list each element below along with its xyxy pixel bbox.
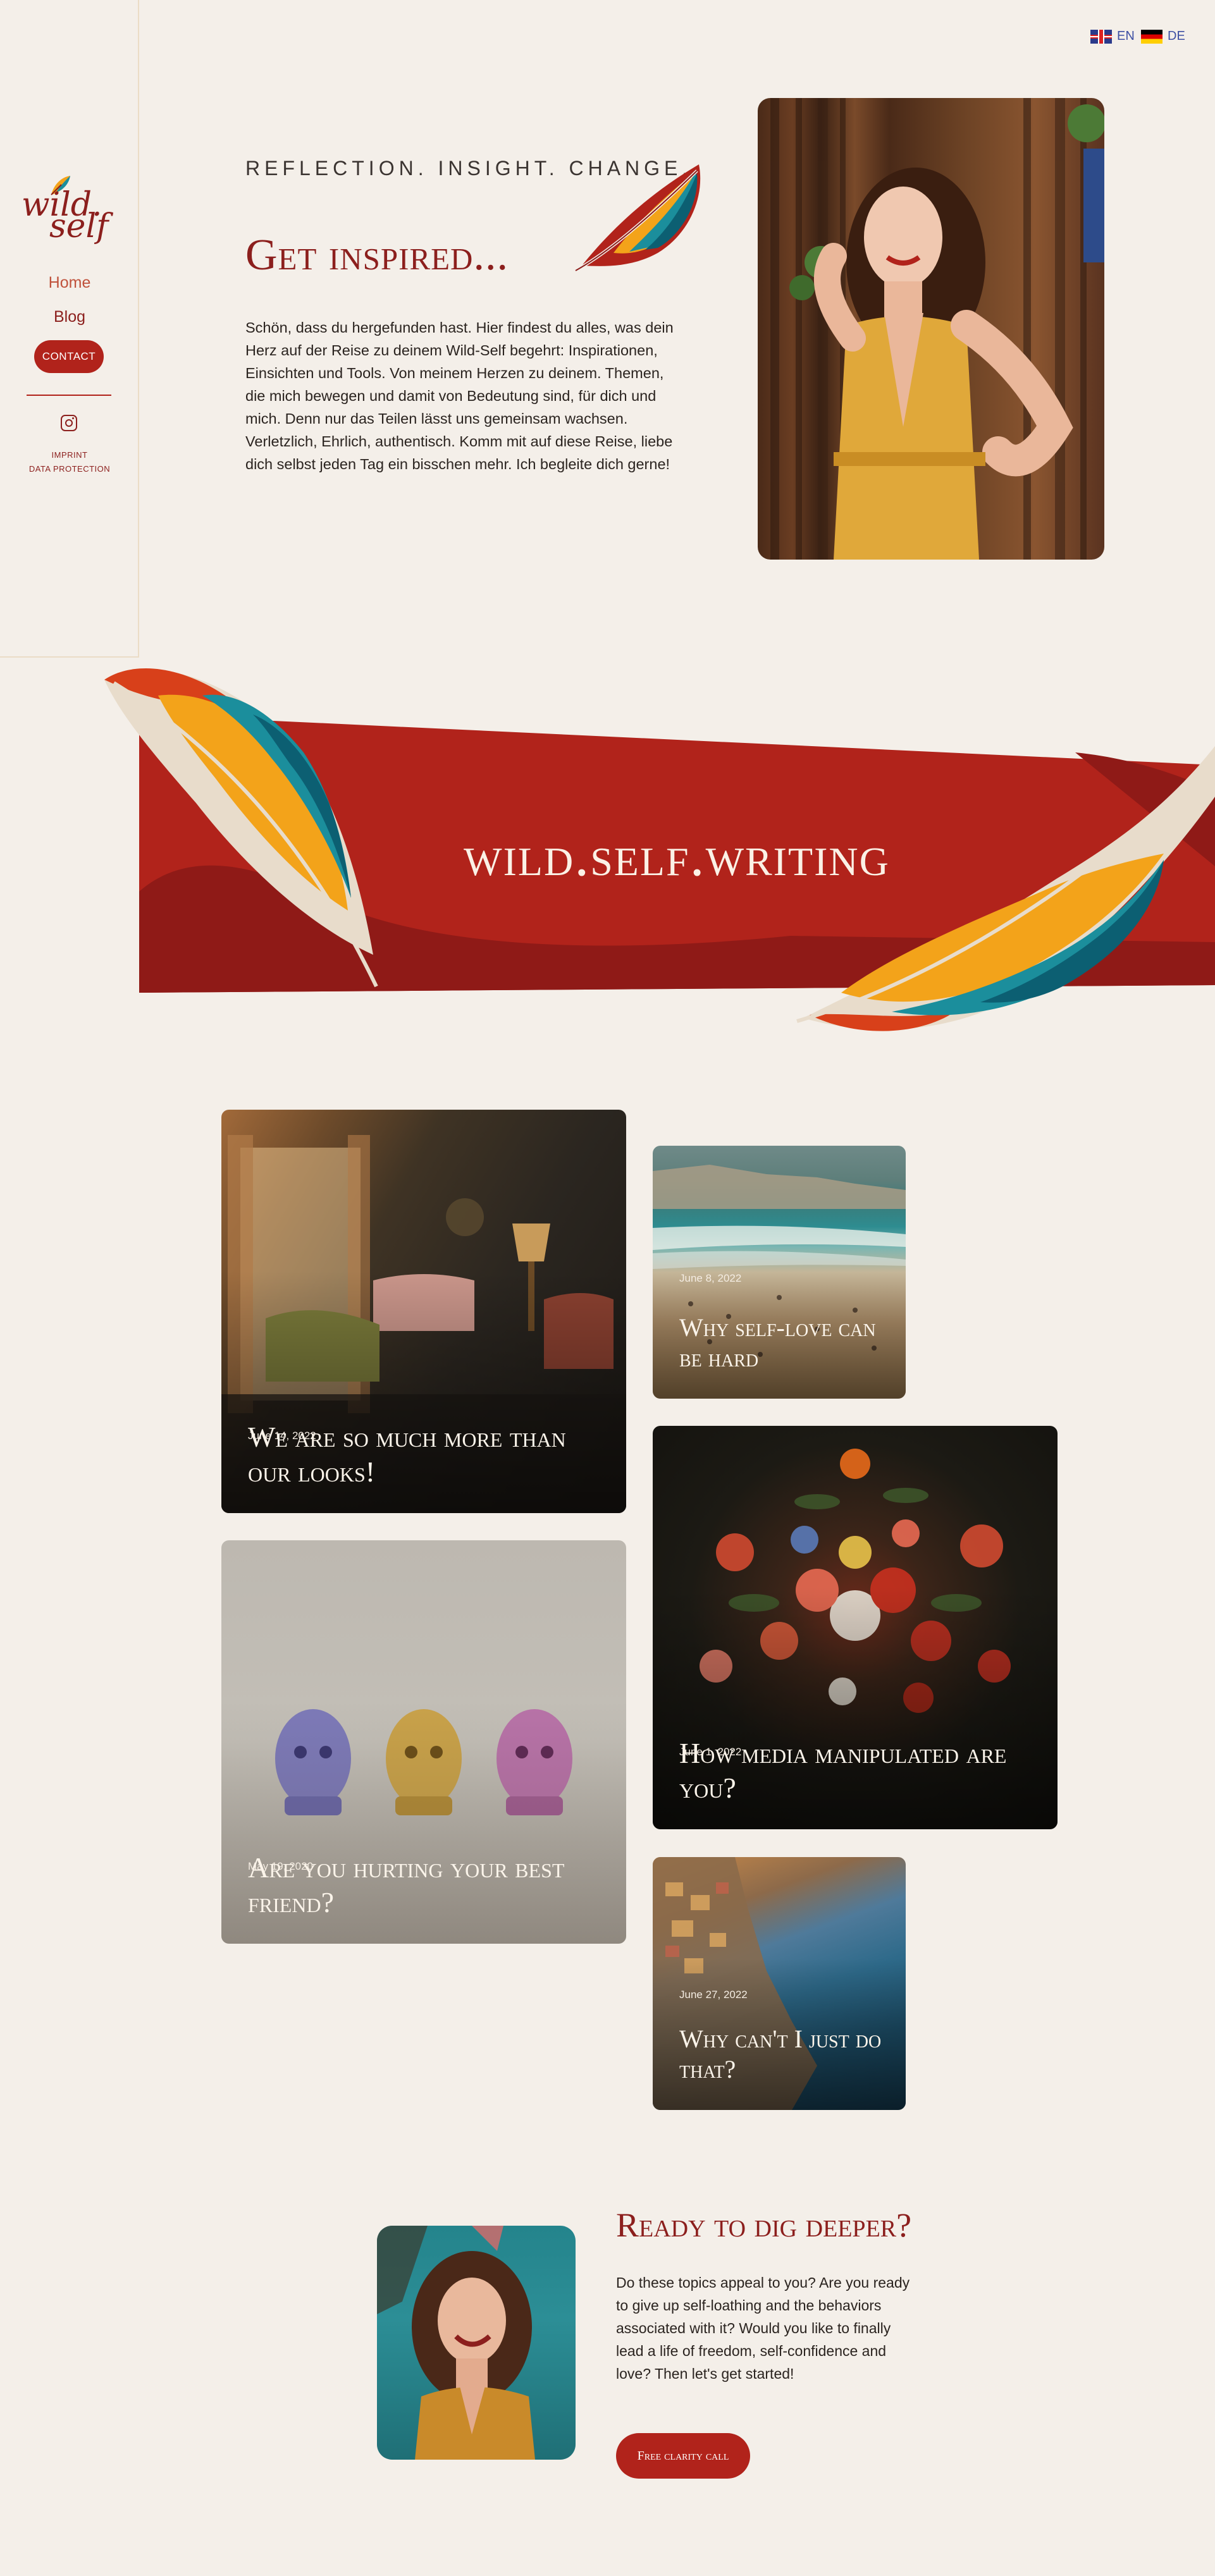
hero-title: Get inspired... [245, 231, 509, 279]
sidebar: wild. self Home Blog CONTACT IMPRINT DAT… [0, 0, 139, 658]
hero-intro-text: Schön, dass du hergefunden hast. Hier fi… [245, 319, 674, 472]
post-title: Why can't I just do that? [679, 2025, 882, 2083]
blog-post-card[interactable]: June 27, 2022 Why can't I just do that? [653, 1857, 906, 2110]
cta-text: Do these topics appeal to you? Are you r… [616, 2274, 910, 2382]
blog-post-card[interactable]: May 19, 2020 Are you hurting your best f… [221, 1540, 626, 1944]
blog-post-card[interactable]: June 14, 2022 We are so much more than o… [221, 1110, 626, 1513]
laughing-woman-illustration [377, 2226, 535, 2460]
free-clarity-call-button[interactable]: Free clarity call [616, 2433, 750, 2479]
language-de-label: DE [1168, 29, 1185, 43]
contact-button[interactable]: CONTACT [34, 340, 104, 373]
instagram-icon[interactable] [61, 415, 77, 431]
post-date: June 8, 2022 [679, 1272, 742, 1284]
language-en-label: EN [1117, 29, 1135, 43]
blog-post-card[interactable]: June 1, 2022 How media manipulated are y… [653, 1426, 1058, 1829]
post-title: Are you hurting your best friend? [248, 1851, 565, 1918]
post-title: Why self-love can be hard [679, 1313, 876, 1372]
cta-heading: Ready to dig deeper? [616, 2206, 912, 2244]
post-date: June 27, 2022 [679, 1989, 748, 2001]
hero-portrait-photo [758, 98, 1104, 560]
blog-post-card[interactable]: June 8, 2022 Why self-love can be hard [653, 1146, 906, 1399]
language-de-link[interactable]: DE [1141, 29, 1185, 44]
site-logo[interactable]: wild. self [19, 176, 120, 245]
uk-flag-icon [1090, 29, 1112, 44]
language-en-link[interactable]: EN [1090, 29, 1135, 44]
portrait-illustration [770, 98, 1104, 560]
sidebar-divider [27, 395, 111, 396]
post-title: We are so much more than our looks! [248, 1420, 566, 1488]
data-protection-link[interactable]: DATA PROTECTION [0, 464, 139, 474]
banner-title: wild.self.writing [464, 823, 890, 888]
hero-feather-icon [574, 164, 701, 273]
cta-portrait-photo [377, 2226, 576, 2460]
logo-text-self: self [49, 207, 109, 245]
nav-home-link[interactable]: Home [0, 274, 139, 292]
german-flag-icon [1141, 29, 1163, 44]
post-title: How media manipulated are you? [679, 1736, 1007, 1804]
nav-blog-link[interactable]: Blog [0, 308, 139, 326]
imprint-link[interactable]: IMPRINT [0, 450, 139, 460]
